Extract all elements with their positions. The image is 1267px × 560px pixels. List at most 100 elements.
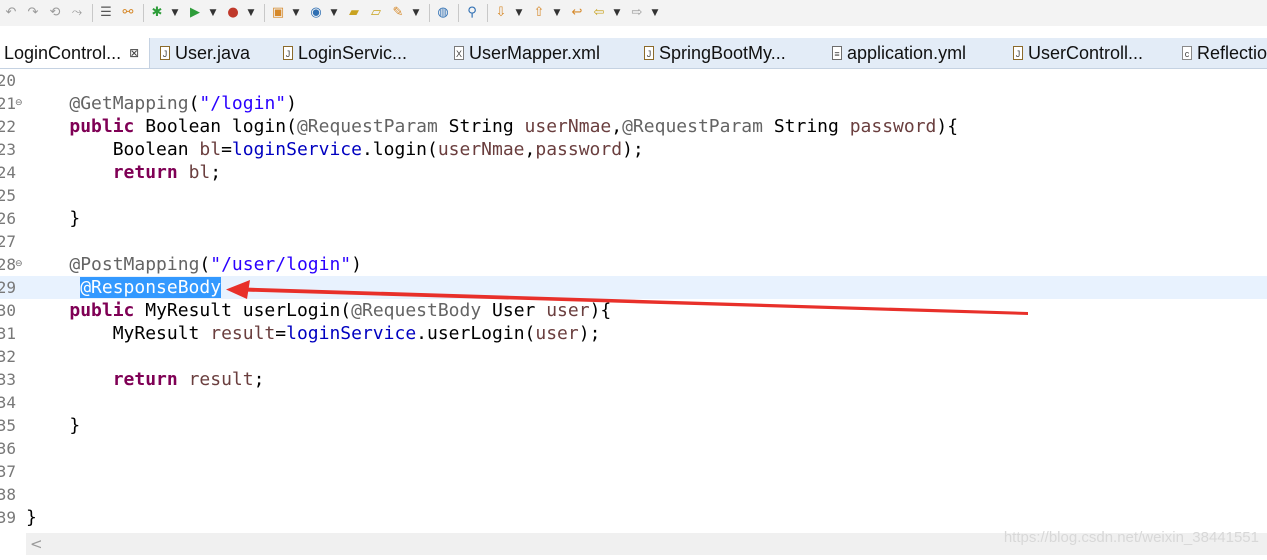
fold-toggle-icon[interactable]: ⊖ <box>15 92 23 115</box>
open-type-icon[interactable]: ▱ <box>367 4 385 22</box>
code-text: @GetMapping("/login") <box>26 92 297 115</box>
close-icon[interactable]: ⊠ <box>129 46 139 60</box>
tab-application-yml[interactable]: ≡ application.yml <box>832 38 966 68</box>
watermark-text: https://blog.csdn.net/weixin_38441551 <box>1003 529 1259 546</box>
toggle-comment-icon[interactable]: ☰ <box>97 4 115 22</box>
line-number: 39 <box>0 508 16 527</box>
line-number: 22 <box>0 117 16 136</box>
code-text: Boolean bl=loginService.login(userNmae,p… <box>26 138 644 161</box>
code-line[interactable]: 21 ⊖ @GetMapping("/login") <box>0 92 1267 115</box>
code-line[interactable]: 27 <box>0 230 1267 253</box>
code-token: .userLogin( <box>416 323 536 344</box>
coverage-icon[interactable]: ● <box>224 4 242 22</box>
run-icon[interactable]: ▶ <box>186 4 204 22</box>
open-folder-icon[interactable]: ▰ <box>345 4 363 22</box>
code-token: return <box>112 369 178 390</box>
line-number: 25 <box>0 186 16 205</box>
code-line[interactable]: 34 <box>0 391 1267 414</box>
code-line[interactable]: 20 <box>0 69 1267 92</box>
tab-user-java[interactable]: J User.java <box>160 38 250 68</box>
back-dropdown-icon[interactable]: ▼ <box>612 4 622 22</box>
toolbar-separator <box>92 4 93 22</box>
code-token: public <box>69 116 135 137</box>
code-text: @ResponseBody <box>26 276 222 299</box>
tab-reflection[interactable]: c Reflectio <box>1182 38 1267 68</box>
code-token: = <box>275 323 287 344</box>
fold-toggle-icon[interactable]: ⊖ <box>15 253 23 276</box>
code-line[interactable]: 22 public Boolean login(@RequestParam St… <box>0 115 1267 138</box>
redo-icon[interactable]: ↷ <box>24 4 42 22</box>
main-toolbar: ↶ ↷ ⟲ ⤳ ☰ ⚯ ✱ ▼ ▶ ▼ ● ▼ ▣ ▼ ◉ ▼ ▰ ▱ ✎ ▼ … <box>0 0 1267 26</box>
code-token: Boolean login( <box>134 116 297 137</box>
code-line[interactable]: 32 <box>0 345 1267 368</box>
code-token: User <box>481 300 547 321</box>
code-token: ); <box>622 139 644 160</box>
debug-dropdown-icon[interactable]: ▼ <box>170 4 180 22</box>
code-line[interactable]: 24 return bl; <box>0 161 1267 184</box>
code-line[interactable]: 31 MyResult result=loginService.userLogi… <box>0 322 1267 345</box>
code-line[interactable]: 39} <box>0 506 1267 529</box>
code-line[interactable]: 38 <box>0 483 1267 506</box>
forward-nav-dropdown-icon[interactable]: ▼ <box>650 4 660 22</box>
code-line[interactable]: 26 } <box>0 207 1267 230</box>
prev-annotation-icon[interactable]: ⇧ <box>530 4 548 22</box>
new-project-icon[interactable]: ▣ <box>269 4 287 22</box>
code-editor[interactable]: 20 21 ⊖ @GetMapping("/login") 22 public Boo… <box>0 69 1267 531</box>
code-line[interactable]: 36 <box>0 437 1267 460</box>
last-edit-icon[interactable]: ↩ <box>568 4 586 22</box>
code-text: return bl; <box>26 161 221 184</box>
tab-label: UserMapper.xml <box>469 42 601 63</box>
globe-icon[interactable]: ◍ <box>434 4 452 22</box>
code-token: @RequestParam <box>296 116 438 137</box>
tab-login-controller[interactable]: LoginControl... ⊠ <box>0 38 150 68</box>
new-class-icon[interactable]: ◉ <box>307 4 325 22</box>
java-file-icon: J <box>283 46 293 60</box>
next-annotation-icon[interactable]: ⇩ <box>492 4 510 22</box>
code-line[interactable]: 33 return result; <box>0 368 1267 391</box>
code-text: } <box>26 207 80 230</box>
code-line[interactable]: 23 Boolean bl=loginService.login(userNma… <box>0 138 1267 161</box>
pen-dropdown-icon[interactable]: ▼ <box>411 4 421 22</box>
line-number: 37 <box>0 462 16 481</box>
code-text: } <box>26 506 37 529</box>
link-icon[interactable]: ⚯ <box>119 4 137 22</box>
forward-nav-icon[interactable]: ⇨ <box>628 4 646 22</box>
code-line[interactable]: 25 <box>0 184 1267 207</box>
code-token: public <box>69 300 135 321</box>
code-token: loginService <box>231 139 362 160</box>
debug-icon[interactable]: ✱ <box>148 4 166 22</box>
tab-user-mapper-xml[interactable]: X UserMapper.xml <box>454 38 600 68</box>
coverage-dropdown-icon[interactable]: ▼ <box>246 4 256 22</box>
undo-icon[interactable]: ↶ <box>2 4 20 22</box>
tab-user-controller[interactable]: J UserControll... <box>1013 38 1143 68</box>
code-line[interactable]: 28 ⊖ @PostMapping("/user/login") <box>0 253 1267 276</box>
code-line[interactable]: 30 public MyResult userLogin(@RequestBod… <box>0 299 1267 322</box>
code-token: } <box>26 507 37 528</box>
back-icon[interactable]: ⇦ <box>590 4 608 22</box>
selected-text: @ResponseBody <box>80 277 222 298</box>
tab-springboot-app[interactable]: J SpringBootMy... <box>644 38 786 68</box>
prev-annotation-dropdown-icon[interactable]: ▼ <box>552 4 562 22</box>
forward-icon[interactable]: ⤳ <box>68 4 86 22</box>
new-project-dropdown-icon[interactable]: ▼ <box>291 4 301 22</box>
code-token: ) <box>351 254 362 275</box>
code-line[interactable]: 29 @ResponseBody <box>0 276 1267 299</box>
code-token: ) <box>286 93 297 114</box>
next-annotation-dropdown-icon[interactable]: ▼ <box>514 4 524 22</box>
code-token: password <box>535 139 623 160</box>
scroll-left-icon[interactable]: < <box>30 535 43 553</box>
search-icon[interactable]: ⚲ <box>463 4 481 22</box>
code-token: , <box>524 139 536 160</box>
code-token: @RequestBody <box>351 300 482 321</box>
code-line[interactable]: 37 <box>0 460 1267 483</box>
revert-icon[interactable]: ⟲ <box>46 4 64 22</box>
new-class-dropdown-icon[interactable]: ▼ <box>329 4 339 22</box>
code-token: @PostMapping <box>69 254 200 275</box>
code-line[interactable]: 35 } <box>0 414 1267 437</box>
pen-icon[interactable]: ✎ <box>389 4 407 22</box>
tab-login-service[interactable]: J LoginServic... <box>283 38 407 68</box>
run-dropdown-icon[interactable]: ▼ <box>208 4 218 22</box>
